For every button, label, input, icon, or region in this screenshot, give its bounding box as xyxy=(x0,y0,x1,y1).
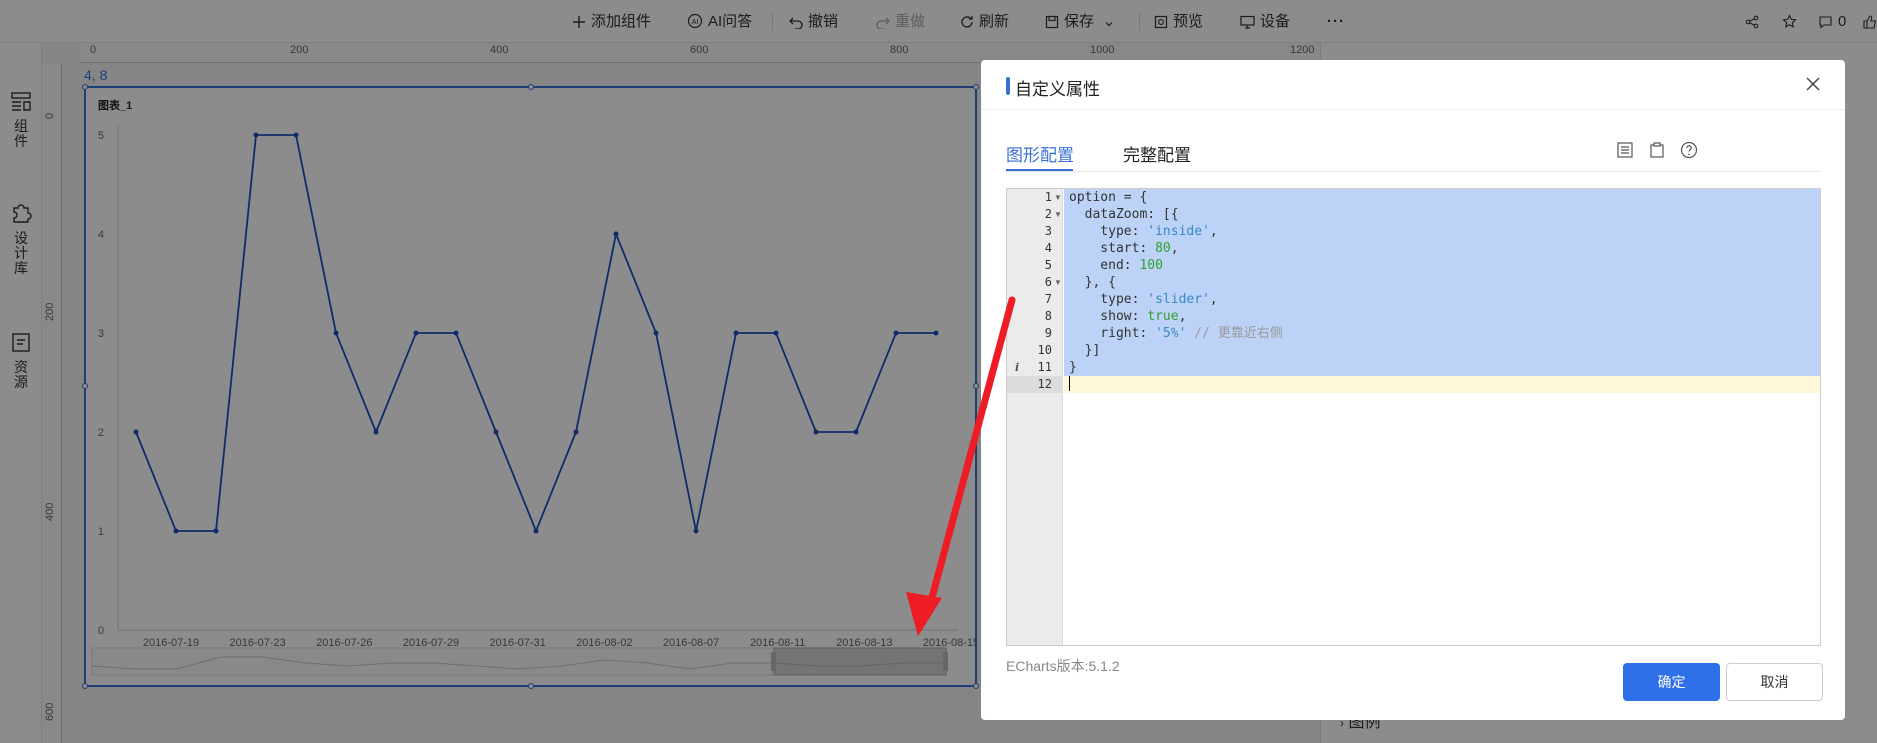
confirm-button[interactable]: 确定 xyxy=(1623,663,1720,701)
close-icon[interactable] xyxy=(1803,74,1823,94)
config-tabs: 图形配置 完整配置 xyxy=(1006,135,1820,172)
line-number: 10 xyxy=(1037,343,1052,357)
code-line: dataZoom: [{ xyxy=(1064,206,1820,223)
line-number: 1 xyxy=(1044,190,1052,204)
code-text-area[interactable]: option = { dataZoom: [{ type: 'inside', … xyxy=(1064,189,1820,645)
fold-icon[interactable]: ▼ xyxy=(1054,206,1062,223)
fold-icon[interactable]: ▼ xyxy=(1054,274,1062,291)
fold-icon[interactable]: ▼ xyxy=(1054,189,1062,206)
code-line: type: 'inside', xyxy=(1064,223,1820,240)
line-number: 3 xyxy=(1044,224,1052,238)
code-editor[interactable]: 1 ▼ 2 ▼ 3 4 5 6 ▼ 7 8 9 10 i 11 12 option = … xyxy=(1006,188,1821,646)
format-icon[interactable] xyxy=(1615,140,1635,160)
tab-graphic-config[interactable]: 图形配置 xyxy=(1006,141,1074,166)
line-number: 5 xyxy=(1044,258,1052,272)
line-number: 8 xyxy=(1044,309,1052,323)
code-line: show: true, xyxy=(1064,308,1820,325)
code-line: end: 100 xyxy=(1064,257,1820,274)
title-accent-bar xyxy=(1006,77,1010,95)
editor-gutter: 1 ▼ 2 ▼ 3 4 5 6 ▼ 7 8 9 10 i 11 12 xyxy=(1007,189,1063,645)
dialog-header: 自定义属性 xyxy=(981,60,1845,110)
tab-full-config[interactable]: 完整配置 xyxy=(1123,141,1191,166)
line-number: 4 xyxy=(1044,241,1052,255)
line-number: 11 xyxy=(1037,360,1052,374)
cancel-button[interactable]: 取消 xyxy=(1726,663,1823,701)
active-tab-indicator xyxy=(1006,169,1073,171)
code-line: start: 80, xyxy=(1064,240,1820,257)
line-number: 6 xyxy=(1044,275,1052,289)
line-number: 2 xyxy=(1044,207,1052,221)
clipboard-icon[interactable] xyxy=(1647,140,1667,160)
text-cursor xyxy=(1069,376,1070,391)
help-icon[interactable] xyxy=(1679,140,1699,160)
code-line-current xyxy=(1064,376,1820,393)
code-line: } xyxy=(1064,359,1820,376)
line-number: 7 xyxy=(1044,292,1052,306)
dialog-title: 自定义属性 xyxy=(1015,80,1100,99)
code-line: option = { xyxy=(1064,189,1820,206)
code-line: }] xyxy=(1064,342,1820,359)
line-number: 12 xyxy=(1007,376,1062,393)
line-number: 9 xyxy=(1044,326,1052,340)
echarts-version: ECharts版本:5.1.2 xyxy=(1006,658,1120,674)
code-line: type: 'slider', xyxy=(1064,291,1820,308)
code-line: right: '5%' // 更靠近右侧 xyxy=(1064,325,1820,342)
code-line: }, { xyxy=(1064,274,1820,291)
custom-properties-dialog: 自定义属性 图形配置 完整配置 1 ▼ 2 ▼ 3 4 5 6 ▼ 7 8 9 10 … xyxy=(981,60,1845,720)
